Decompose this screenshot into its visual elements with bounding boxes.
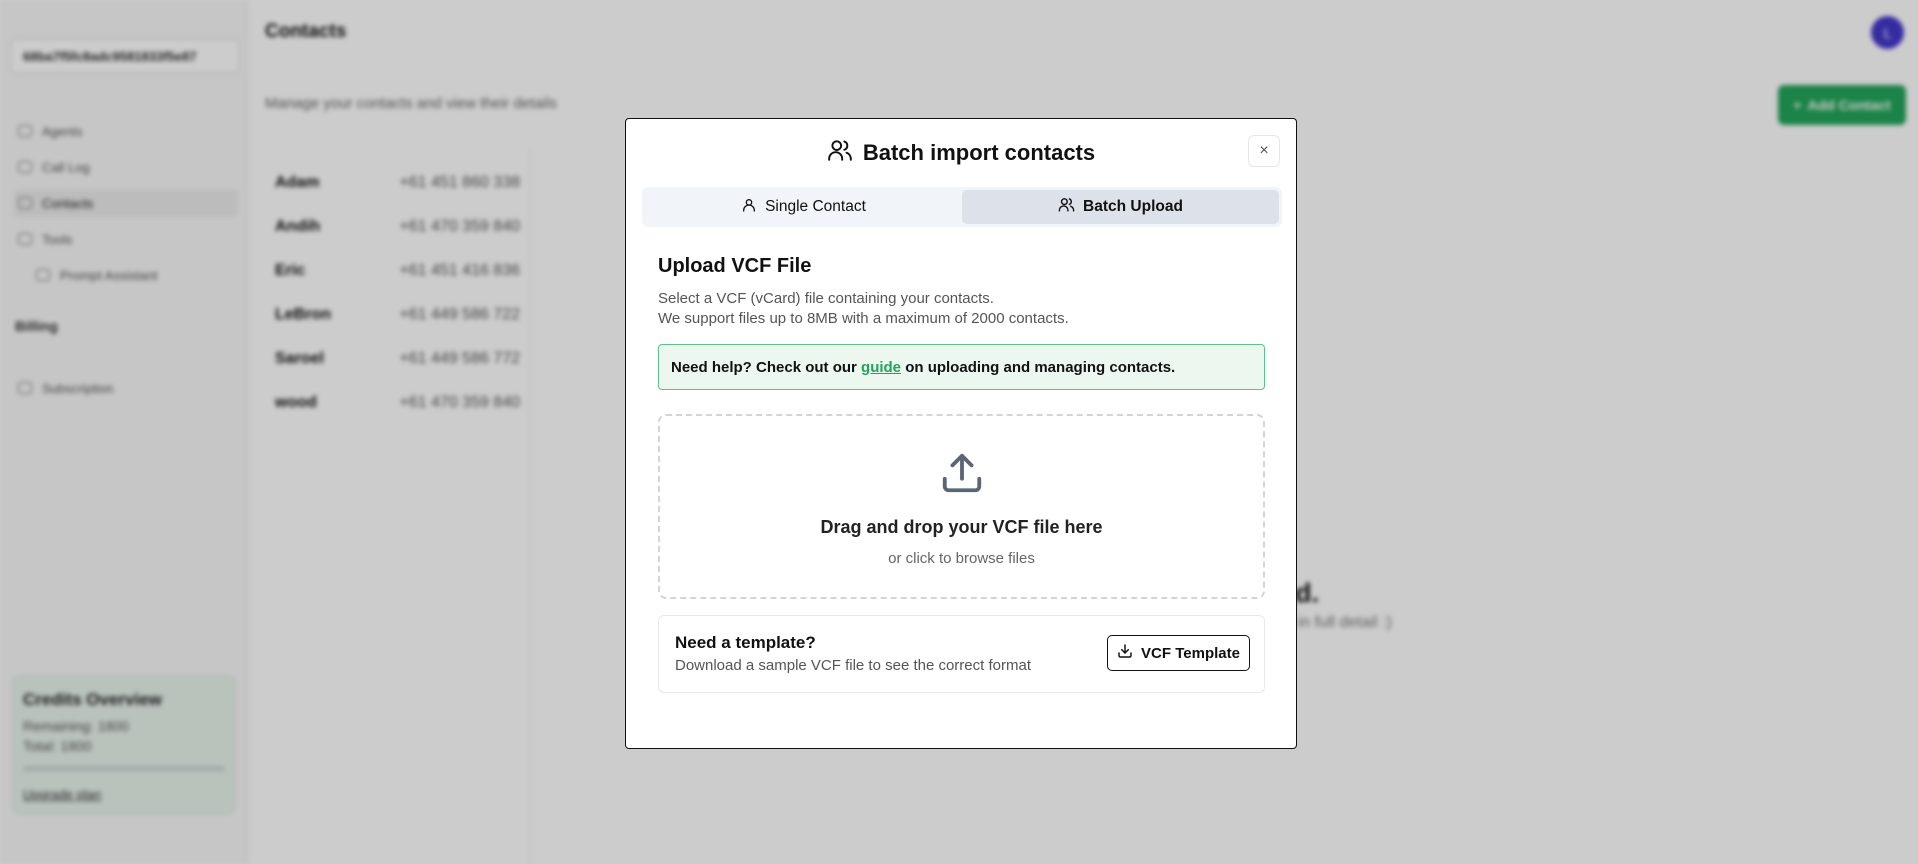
file-dropzone[interactable]: Drag and drop your VCF file here or clic… [658, 414, 1265, 599]
tab-label: Batch Upload [1083, 198, 1183, 215]
close-button[interactable]: × [1248, 135, 1280, 167]
users-icon [827, 137, 853, 168]
close-icon: × [1259, 142, 1269, 159]
download-icon [1117, 643, 1133, 663]
description-line: Select a VCF (vCard) file containing you… [658, 290, 994, 307]
dialog-header: Batch import contacts [626, 137, 1296, 168]
upload-icon [939, 450, 985, 501]
guide-link[interactable]: guide [861, 359, 901, 376]
dropzone-title: Drag and drop your VCF file here [820, 517, 1103, 537]
template-subtitle: Download a sample VCF file to see the co… [675, 657, 1031, 674]
tab-single-contact[interactable]: Single Contact [645, 190, 962, 224]
section-heading: Upload VCF File [658, 255, 812, 277]
tab-batch-upload[interactable]: Batch Upload [962, 190, 1279, 224]
upload-description: Select a VCF (vCard) file containing you… [658, 289, 1069, 329]
template-button-label: VCF Template [1141, 644, 1240, 662]
users-icon [1058, 196, 1075, 218]
help-text-suffix: on uploading and managing contacts. [901, 358, 1176, 376]
upload-mode-tabs: Single Contact Batch Upload [642, 187, 1282, 227]
tab-label: Single Contact [765, 198, 866, 215]
help-text-prefix: Need help? Check out our [671, 358, 862, 376]
help-callout: Need help? Check out our guide on upload… [658, 344, 1265, 390]
download-template-button[interactable]: VCF Template [1107, 635, 1250, 671]
description-line: We support files up to 8MB with a maximu… [658, 310, 1069, 327]
dropzone-subtitle: or click to browse files [888, 550, 1035, 567]
template-card: Need a template? Download a sample VCF f… [658, 615, 1265, 693]
template-title: Need a template? [675, 633, 816, 652]
user-icon [741, 197, 757, 218]
batch-import-dialog: Batch import contacts × Single Contact B… [625, 118, 1297, 749]
dialog-title: Batch import contacts [862, 139, 1096, 165]
